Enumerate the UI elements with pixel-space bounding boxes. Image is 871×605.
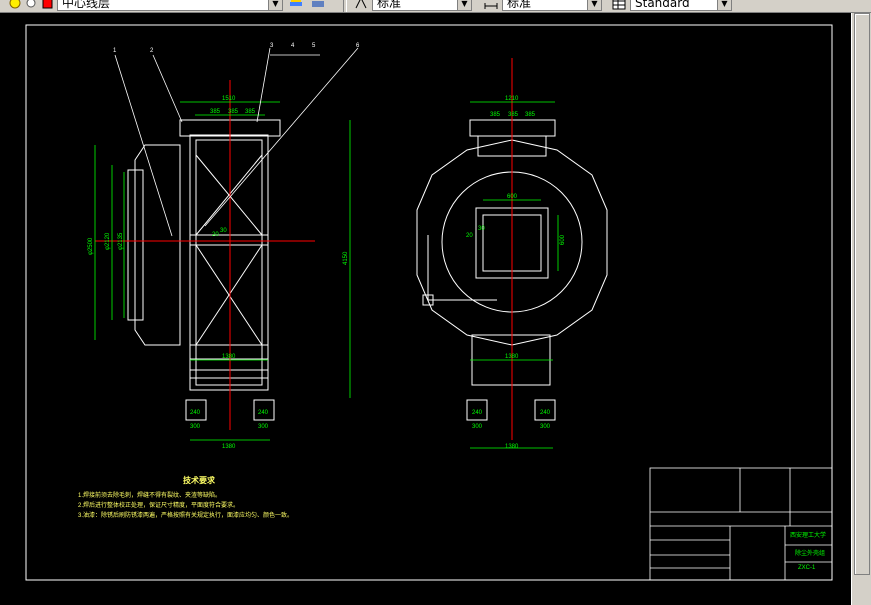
table-style-icon[interactable] [612, 0, 626, 10]
dimension-label: 240 [472, 410, 483, 416]
title-block-part-name: 除尘外壳组 [795, 551, 826, 557]
dimension-label: 1380 [222, 354, 236, 360]
tech-requirement-line: 1.焊接前须去除毛刺，焊缝不得有裂纹、夹渣等缺陷。 [78, 493, 222, 499]
layer-color-icon[interactable] [40, 0, 54, 10]
right-view-dimensions [470, 101, 559, 449]
toolbar: 中心线层 ▼ 标准 ▼ 标准 ▼ Standard ▼ [0, 0, 871, 13]
dimension-label: 1380 [505, 354, 519, 360]
text-style-value: 标准 [377, 0, 402, 10]
text-style-icon[interactable] [354, 0, 368, 10]
dimension-label: 240 [190, 410, 201, 416]
title-block-school: 西安理工大学 [790, 533, 827, 539]
dimension-label: 385 [245, 109, 256, 115]
dimension-label: 30 [220, 228, 227, 234]
balloon-label: 4 [291, 43, 295, 49]
title-block [649, 467, 833, 581]
vertical-scrollbar[interactable] [851, 13, 871, 605]
chevron-down-icon: ▼ [717, 0, 731, 10]
scrollbar-thumb[interactable] [854, 13, 870, 575]
dimension-label: 1210 [505, 96, 519, 102]
table-style-value: Standard [635, 0, 690, 10]
balloon-label: 5 [312, 43, 316, 49]
dimension-label: 385 [525, 112, 536, 118]
dimension-label: 1380 [505, 444, 519, 450]
toolbar-separator [343, 0, 347, 12]
dimension-label: 385 [490, 112, 501, 118]
text-style-dropdown[interactable]: 标准 ▼ [372, 0, 472, 11]
dimension-label: 300 [540, 424, 551, 430]
balloon-label: 6 [356, 43, 360, 49]
ucs-icon [422, 235, 497, 306]
balloon-label: 2 [150, 48, 154, 54]
dimension-label: φ2120 [105, 232, 111, 250]
dimension-label: 300 [258, 424, 269, 430]
dim-style-value: 标准 [507, 0, 532, 10]
dimension-label: 240 [540, 410, 551, 416]
tech-requirements-title: 技术要求 [183, 476, 215, 485]
dimension-label: φ2135 [118, 232, 124, 250]
dimension-label: 4150 [343, 251, 349, 265]
tech-requirement-line: 2.焊后进行整体校正处理，保证尺寸精度，平面度符合要求。 [78, 503, 240, 509]
dimension-label: 385 [210, 109, 221, 115]
dim-style-dropdown[interactable]: 标准 ▼ [502, 0, 602, 11]
dimension-label: 1380 [222, 444, 236, 450]
chevron-down-icon: ▼ [268, 0, 282, 10]
balloon-label: 3 [270, 43, 274, 49]
dimension-label: 600 [507, 194, 518, 200]
dimension-label: 300 [190, 424, 201, 430]
layer-dropdown-value: 中心线层 [62, 0, 111, 10]
layer-stack-icon[interactable] [289, 0, 303, 10]
lightbulb-icon[interactable] [8, 0, 22, 10]
left-view-dimensions [94, 101, 351, 441]
chevron-down-icon: ▼ [457, 0, 471, 10]
dimension-label: 600 [560, 234, 566, 245]
tech-requirement-line: 3.油漆：除锈后刷防锈漆两遍，严格按照有关规定执行，面漆应均匀、颜色一致。 [78, 513, 294, 519]
dimension-label: 240 [258, 410, 269, 416]
dimension-label: 1510 [222, 96, 236, 102]
dimension-label: 20 [212, 232, 219, 238]
dimension-label: φ2500 [88, 237, 94, 255]
balloon-label: 1 [113, 48, 117, 54]
sun-icon[interactable] [24, 0, 38, 10]
title-block-drawing-no: ZXC-1 [798, 565, 816, 571]
layer-dropdown[interactable]: 中心线层 ▼ [57, 0, 283, 11]
layer-manager-icon[interactable] [311, 0, 325, 10]
leader-lines [114, 47, 359, 237]
dimension-style-icon[interactable] [484, 0, 498, 10]
chevron-down-icon: ▼ [587, 0, 601, 10]
dimension-label: 385 [508, 112, 519, 118]
drawing-canvas[interactable]: 技术要求 1.焊接前须去除毛刺，焊缝不得有裂纹、夹渣等缺陷。 2.焊后进行整体校… [0, 13, 852, 605]
dimension-label: 385 [228, 109, 239, 115]
table-style-dropdown[interactable]: Standard ▼ [630, 0, 732, 11]
dimension-label: 300 [472, 424, 483, 430]
dimension-label: 30 [478, 226, 485, 232]
dimension-label: 20 [466, 233, 473, 239]
